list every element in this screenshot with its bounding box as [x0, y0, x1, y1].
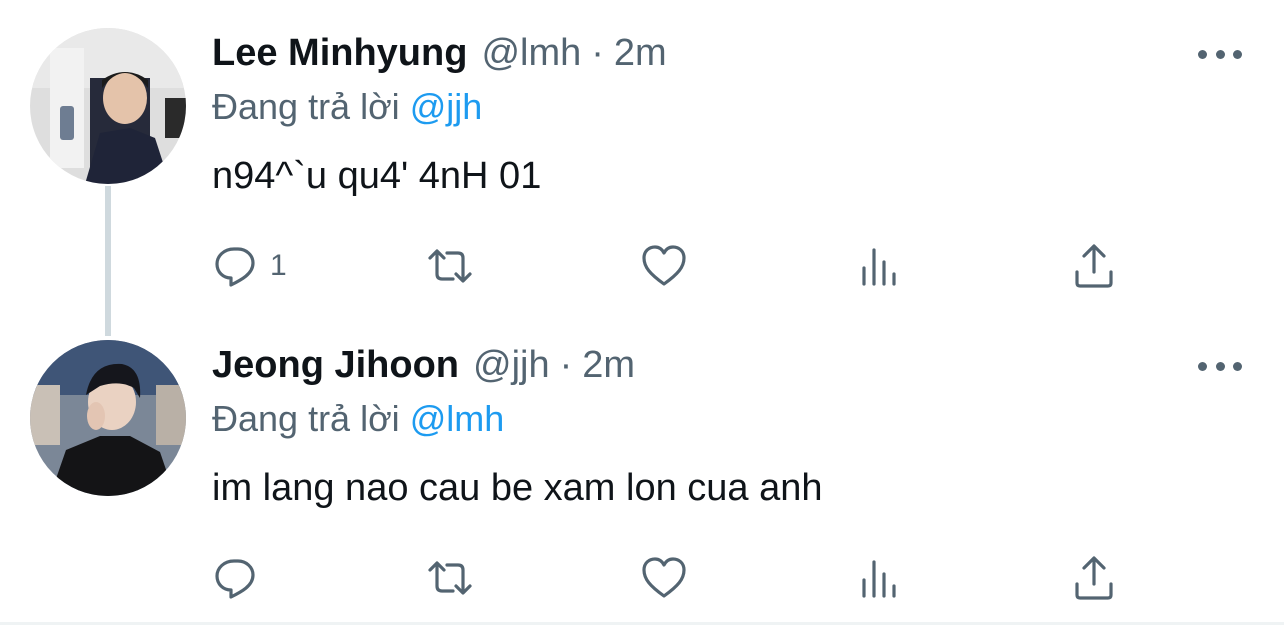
share-button[interactable]: [1070, 548, 1118, 608]
retweet-icon: [428, 561, 472, 595]
separator-dot: ·: [591, 32, 604, 74]
reply-count: 1: [270, 249, 287, 282]
reply-thread: Lee Minhyung @lmh · 2m Đang trả lời @jjh …: [0, 0, 1284, 625]
tweet-text: n94^`u qu4' 4nH 01: [212, 155, 542, 197]
share-icon: [1075, 244, 1113, 288]
avatar[interactable]: [30, 28, 186, 184]
replying-to-mention[interactable]: @lmh: [410, 398, 505, 439]
timestamp[interactable]: 2m: [582, 344, 635, 387]
replying-to: Đang trả lời @lmh: [212, 398, 504, 440]
like-button[interactable]: [640, 548, 688, 608]
like-icon: [642, 557, 686, 598]
like-button[interactable]: [640, 236, 688, 296]
more-icon[interactable]: [1198, 40, 1242, 68]
replying-to-mention[interactable]: @jjh: [410, 86, 483, 127]
views-icon: [862, 560, 896, 598]
author-handle[interactable]: @lmh: [481, 32, 581, 75]
reply-icon: [215, 559, 255, 599]
author-name[interactable]: Jeong Jihoon: [212, 344, 459, 387]
retweet-icon: [428, 249, 472, 283]
tweet-header: Jeong Jihoon @jjh · 2m: [212, 344, 635, 390]
share-icon: [1075, 556, 1113, 600]
more-icon[interactable]: [1198, 352, 1242, 380]
avatar[interactable]: [30, 340, 186, 496]
separator-dot: ·: [559, 344, 573, 386]
like-icon: [642, 245, 686, 286]
replying-to-label: Đang trả lời: [212, 398, 400, 439]
author-name[interactable]: Lee Minhyung: [212, 32, 467, 75]
tweet-header: Lee Minhyung @lmh · 2m: [212, 32, 667, 78]
share-button[interactable]: [1070, 236, 1118, 296]
author-handle[interactable]: @jjh: [473, 344, 550, 387]
reply-button[interactable]: [212, 548, 270, 608]
replying-to: Đang trả lời @jjh: [212, 86, 482, 128]
tweet-actions: [0, 548, 1284, 608]
tweet-text: im lang nao cau be xam lon cua anh: [212, 467, 823, 509]
replying-to-label: Đang trả lời: [212, 86, 400, 127]
views-icon: [862, 248, 896, 286]
retweet-button[interactable]: [426, 548, 474, 608]
tweet-actions: 1: [0, 236, 1284, 296]
views-button[interactable]: [856, 548, 904, 608]
tweet[interactable]: Lee Minhyung @lmh · 2m Đang trả lời @jjh …: [0, 0, 1284, 336]
tweet[interactable]: Jeong Jihoon @jjh · 2m Đang trả lời @lmh …: [0, 312, 1284, 625]
views-button[interactable]: [856, 236, 904, 296]
timestamp[interactable]: 2m: [614, 32, 667, 75]
retweet-button[interactable]: [426, 236, 474, 296]
reply-icon: [215, 247, 255, 287]
reply-button[interactable]: 1: [212, 236, 287, 296]
